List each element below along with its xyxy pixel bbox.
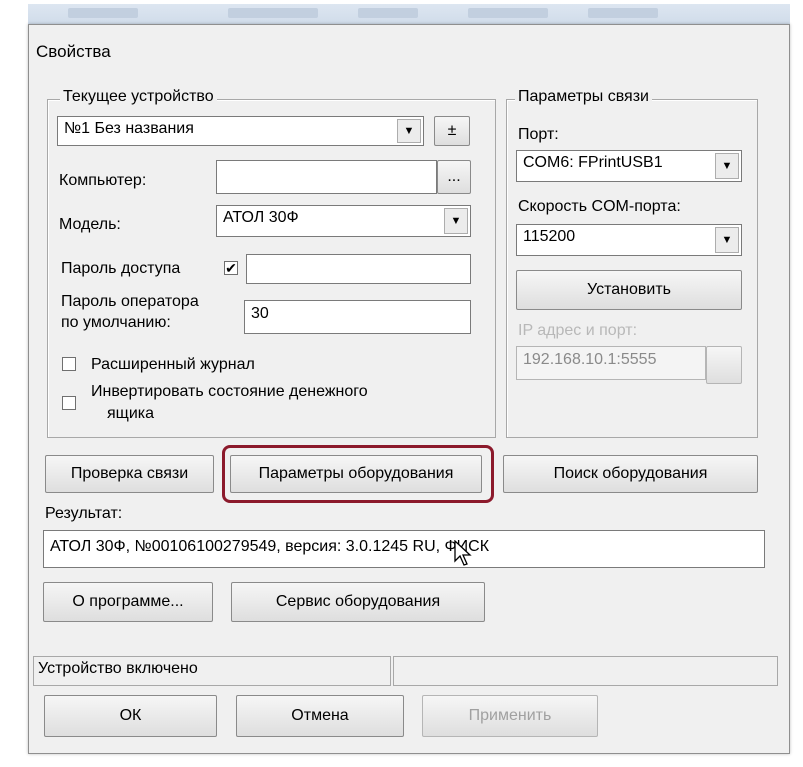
result-label: Результат:	[45, 505, 123, 522]
device-select-value: №1 Без названия	[64, 120, 194, 137]
ip-address-field[interactable]: 192.168.10.1:5555	[516, 346, 706, 380]
invert-drawer-label-line1: Инвертировать состояние денежного	[91, 383, 368, 400]
operator-password-label-line1: Пароль оператора	[61, 293, 199, 310]
operator-password-field[interactable]: 30	[244, 300, 471, 334]
access-password-checkbox[interactable]: ✔	[224, 261, 238, 275]
equipment-service-button[interactable]: Сервис оборудования	[231, 582, 485, 622]
port-select-value: COM6: FPrintUSB1	[523, 154, 663, 171]
port-label: Порт:	[518, 126, 559, 143]
search-equipment-button[interactable]: Поиск оборудования	[503, 455, 758, 493]
apply-button[interactable]: Применить	[422, 695, 598, 737]
access-password-field[interactable]	[246, 254, 471, 284]
mouse-cursor-icon	[454, 540, 472, 566]
ip-address-button[interactable]	[706, 346, 742, 384]
background-window-strip	[28, 4, 790, 26]
computer-label: Компьютер:	[59, 172, 147, 189]
chevron-down-icon[interactable]: ▼	[715, 227, 739, 253]
computer-field[interactable]	[216, 160, 437, 194]
ok-button[interactable]: ОК	[44, 695, 217, 737]
device-select[interactable]: №1 Без названия ▼	[57, 116, 424, 146]
result-field[interactable]: АТОЛ 30Ф, №00106100279549, версия: 3.0.1…	[43, 530, 765, 568]
current-device-group-label: Текущее устройство	[60, 88, 217, 106]
baud-rate-select-value: 115200	[523, 228, 576, 245]
model-select-value: АТОЛ 30Ф	[223, 209, 299, 226]
access-password-label: Пароль доступа	[61, 260, 181, 277]
browse-computer-button[interactable]: ...	[437, 160, 471, 194]
status-bar: Устройство включено	[33, 656, 391, 686]
add-remove-device-button[interactable]: ±	[434, 116, 470, 146]
extended-log-label: Расширенный журнал	[91, 356, 255, 373]
model-label: Модель:	[59, 216, 121, 233]
invert-drawer-checkbox[interactable]	[62, 396, 76, 410]
extended-log-checkbox[interactable]	[62, 357, 76, 371]
ip-address-label: IP адрес и порт:	[518, 322, 638, 339]
chevron-down-icon[interactable]: ▼	[397, 119, 421, 143]
baud-rate-label: Скорость COM-порта:	[518, 198, 681, 215]
model-select[interactable]: АТОЛ 30Ф ▼	[216, 205, 471, 237]
cancel-button[interactable]: Отмена	[236, 695, 404, 737]
status-bar-panel-2	[393, 656, 778, 686]
invert-drawer-label-line2: ящика	[107, 405, 155, 422]
check-connection-button[interactable]: Проверка связи	[45, 455, 214, 493]
connection-group-label: Параметры связи	[515, 88, 652, 106]
baud-rate-select[interactable]: 115200 ▼	[516, 224, 742, 256]
operator-password-label-line2: по умолчанию:	[61, 314, 171, 331]
highlight-frame	[222, 445, 494, 503]
dialog-title: Свойства	[36, 42, 111, 61]
port-select[interactable]: COM6: FPrintUSB1 ▼	[516, 150, 742, 182]
checkmark-icon: ✔	[225, 260, 237, 276]
chevron-down-icon[interactable]: ▼	[444, 208, 468, 234]
about-button[interactable]: О программе...	[43, 582, 213, 622]
chevron-down-icon[interactable]: ▼	[715, 153, 739, 179]
set-button[interactable]: Установить	[516, 270, 742, 310]
